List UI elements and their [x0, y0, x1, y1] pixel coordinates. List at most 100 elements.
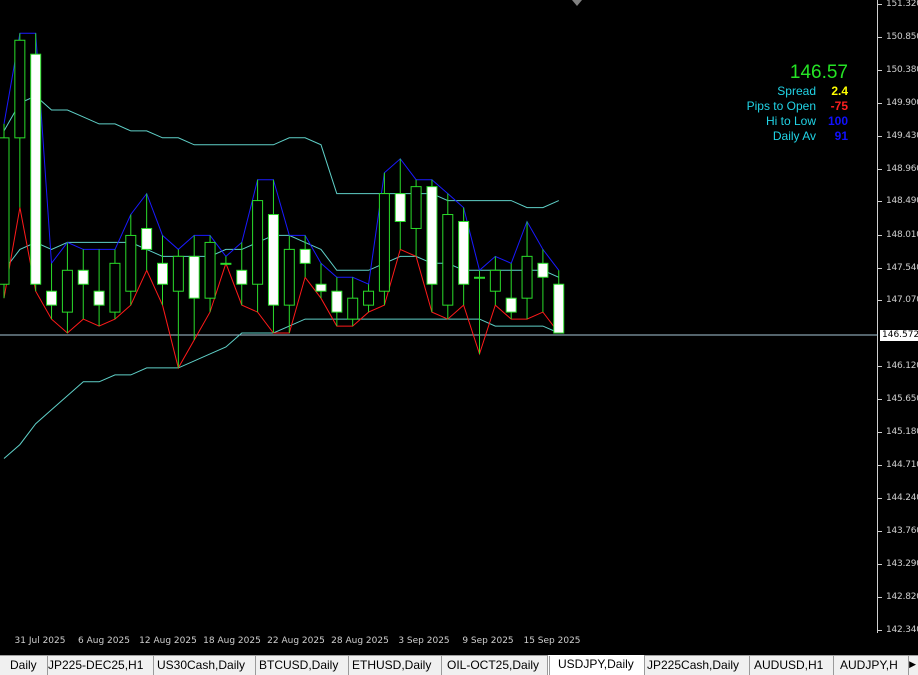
price-axis-tick — [878, 267, 882, 269]
scroll-position-marker[interactable] — [572, 0, 582, 6]
tab-usdjpy-daily[interactable]: USDJPY,Daily — [547, 655, 645, 675]
candle-body — [267, 214, 279, 306]
tab-audjpy-h[interactable]: AUDJPY,H — [830, 656, 909, 675]
candle-body — [521, 255, 533, 299]
price-axis-label: 143.290 — [886, 558, 918, 569]
date-axis-label: 6 Aug 2025 — [78, 636, 130, 646]
daily-av-value: 91 — [834, 129, 848, 143]
candle-body — [474, 276, 485, 279]
current-price-tag: 146.572 — [880, 329, 918, 341]
price-axis-tick — [878, 69, 882, 71]
price-axis-tick — [878, 630, 882, 631]
tab-btcusd-daily[interactable]: BTCUSD,Daily — [249, 656, 350, 675]
info-row-daily-av: Daily Av 91 — [747, 129, 848, 144]
tab-daily[interactable]: Daily — [0, 656, 48, 675]
tab-scroll-right-icon[interactable]: ▶ — [909, 659, 916, 670]
candle-body — [331, 290, 343, 313]
price-axis[interactable]: 151.320 150.850 150.380 149.900 149.430 148.9… — [878, 0, 918, 635]
price-axis-tick — [878, 135, 882, 137]
price-axis-tick — [878, 201, 882, 203]
price-axis-label: 149.430 — [886, 130, 918, 141]
candle-body — [204, 241, 216, 299]
candle-body — [394, 193, 406, 222]
candle-body — [537, 262, 549, 278]
price-axis-label: 147.070 — [886, 295, 918, 306]
candle-body — [220, 262, 232, 265]
price-axis-label: 146.120 — [886, 361, 918, 372]
candle-body — [283, 248, 295, 306]
price-axis-label: 150.380 — [886, 64, 918, 75]
candle-body — [172, 255, 184, 292]
price-axis-tick — [878, 300, 882, 302]
candle-body — [77, 269, 89, 285]
candle-body — [141, 227, 153, 250]
info-row-hi-to-low: Hi to Low 100 — [747, 114, 848, 129]
price-axis-tick — [878, 4, 882, 5]
pips-to-open-value: -75 — [830, 99, 848, 113]
info-price: 146.57 — [789, 62, 848, 83]
tab-oil-oct25-daily[interactable]: OIL-OCT25,Daily — [437, 656, 551, 675]
date-axis-label: 18 Aug 2025 — [203, 636, 261, 646]
tab-jp225-dec25-h1[interactable]: JP225-DEC25,H1 — [38, 656, 155, 675]
candle-body — [0, 137, 10, 285]
candle-body — [109, 262, 121, 313]
candle-body — [61, 269, 73, 313]
price-axis-label: 151.320 — [886, 0, 918, 9]
hi-to-low-value: 100 — [827, 114, 848, 128]
price-axis-tick — [878, 432, 882, 434]
band-upper-line — [3, 95, 560, 209]
price-axis-tick — [878, 531, 882, 532]
price-axis-tick — [878, 563, 882, 565]
price-axis-label: 149.900 — [886, 97, 918, 108]
candle-body — [46, 290, 58, 306]
candle-body — [378, 193, 390, 292]
info-row-spread: Spread 2.4 — [747, 84, 848, 99]
price-axis-tick — [878, 168, 882, 170]
candle-body — [14, 39, 26, 139]
candle-body — [157, 262, 168, 285]
candle-body — [252, 200, 264, 285]
band-lower-line — [3, 318, 559, 459]
candle-body — [410, 186, 422, 229]
candle-body — [347, 297, 359, 320]
tab-audusd-h1[interactable]: AUDUSD,H1 — [744, 656, 835, 675]
candle-body — [299, 248, 311, 264]
price-axis-tick — [878, 497, 882, 499]
chart-tab-bar: AUDJPY,H AUDUSD,H1 JP225Cash,Daily USDJPY,D… — [0, 655, 918, 675]
price-axis-label: 144.240 — [886, 492, 918, 503]
price-axis-label: 145.650 — [886, 394, 918, 405]
price-axis-label: 148.490 — [886, 196, 918, 207]
date-axis-label: 12 Aug 2025 — [139, 636, 197, 646]
price-axis-tick — [878, 102, 882, 104]
price-axis-label: 145.180 — [886, 427, 918, 438]
channel-high-line — [3, 32, 560, 285]
date-axis-label: 22 Aug 2025 — [267, 636, 325, 646]
spread-value: 2.4 — [831, 84, 848, 98]
price-axis-tick — [878, 234, 882, 236]
candle-body — [236, 269, 248, 285]
candle-body — [188, 255, 200, 299]
tab-us30cash-daily[interactable]: US30Cash,Daily — [147, 656, 257, 675]
date-axis-label: 3 Sep 2025 — [398, 636, 450, 646]
date-axis-label: 9 Sep 2025 — [462, 636, 514, 646]
tab-ethusd-daily[interactable]: ETHUSD,Daily — [342, 656, 443, 675]
price-axis-label: 143.760 — [886, 526, 918, 536]
candle-body — [505, 297, 517, 313]
daily-av-label: Daily Av — [772, 129, 816, 143]
candle-body — [442, 214, 454, 306]
candle-body — [315, 283, 327, 292]
candle-body — [30, 53, 42, 285]
info-row-pips-to-open: Pips to Open -75 — [747, 99, 848, 114]
tab-jp225cash-daily[interactable]: JP225Cash,Daily — [637, 656, 751, 675]
candle-body — [553, 283, 565, 334]
channel-low-line — [3, 207, 560, 370]
candle-body — [426, 186, 438, 285]
hi-to-low-label: Hi to Low — [765, 114, 816, 128]
candle-body — [489, 269, 501, 292]
price-axis-label: 150.850 — [886, 31, 918, 42]
price-axis-label: 148.960 — [886, 163, 918, 174]
info-panel: 146.57 Spread 2.4 Pips to Open -75 Hi to… — [747, 62, 848, 144]
price-axis-tick — [878, 366, 882, 368]
pips-to-open-label: Pips to Open — [746, 99, 816, 113]
price-axis-tick — [878, 464, 882, 466]
